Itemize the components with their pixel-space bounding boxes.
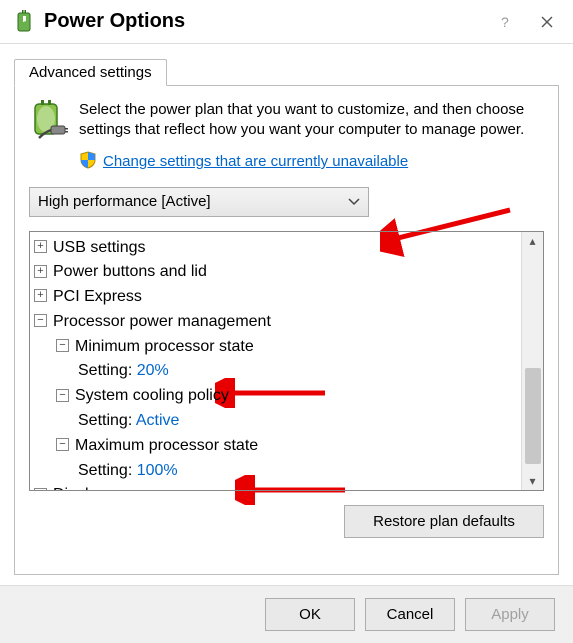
help-button[interactable]: ? (487, 8, 527, 36)
expand-icon[interactable]: + (34, 289, 47, 302)
chevron-down-icon (348, 193, 360, 210)
titlebar: Power Options ? (0, 0, 573, 44)
battery-plug-icon (29, 100, 69, 140)
intro-text: Select the power plan that you want to c… (79, 100, 544, 141)
settings-tree: +USB settings +Power buttons and lid +PC… (29, 231, 544, 491)
svg-text:?: ? (501, 15, 509, 29)
change-unavailable-settings-link[interactable]: Change settings that are currently unava… (103, 153, 408, 170)
ok-button[interactable]: OK (265, 598, 355, 631)
cancel-button[interactable]: Cancel (365, 598, 455, 631)
content-area: Advanced settings Select the power (0, 44, 573, 575)
scrollbar-thumb[interactable] (525, 368, 541, 464)
tab-advanced-settings[interactable]: Advanced settings (14, 59, 167, 86)
tree-node-system-cooling-policy[interactable]: −System cooling policy (34, 384, 519, 409)
window-title: Power Options (44, 10, 487, 33)
scroll-down-icon[interactable]: ▾ (529, 474, 535, 488)
cooling-setting-row[interactable]: Setting: Active (34, 409, 519, 434)
tree-node-processor-power-management[interactable]: −Processor power management (34, 310, 519, 335)
tree-node-display[interactable]: +Display (34, 483, 519, 489)
min-proc-setting-row[interactable]: Setting: 20% (34, 359, 519, 384)
tree-node-maximum-processor-state[interactable]: −Maximum processor state (34, 434, 519, 459)
tree-node-usb[interactable]: +USB settings (34, 236, 519, 261)
cooling-value[interactable]: Active (136, 412, 180, 429)
collapse-icon[interactable]: − (56, 438, 69, 451)
tree-scrollbar[interactable]: ▴ ▾ (521, 232, 543, 490)
collapse-icon[interactable]: − (56, 339, 69, 352)
uac-shield-icon (79, 151, 97, 173)
power-plan-dropdown[interactable]: High performance [Active] (29, 187, 369, 217)
intro-row: Select the power plan that you want to c… (29, 100, 544, 141)
apply-button: Apply (465, 598, 555, 631)
expand-icon[interactable]: + (34, 488, 47, 490)
power-options-icon (12, 10, 36, 34)
power-plan-value: High performance [Active] (38, 193, 211, 210)
collapse-icon[interactable]: − (34, 314, 47, 327)
dialog-button-bar: OK Cancel Apply (0, 585, 573, 643)
restore-defaults-button[interactable]: Restore plan defaults (344, 505, 544, 538)
tree-node-minimum-processor-state[interactable]: −Minimum processor state (34, 335, 519, 360)
tree-node-power-buttons-lid[interactable]: +Power buttons and lid (34, 260, 519, 285)
close-button[interactable] (527, 8, 567, 36)
scroll-up-icon[interactable]: ▴ (529, 234, 535, 248)
collapse-icon[interactable]: − (56, 389, 69, 402)
tab-panel: Select the power plan that you want to c… (14, 85, 559, 575)
expand-icon[interactable]: + (34, 240, 47, 253)
max-proc-setting-row[interactable]: Setting: 100% (34, 459, 519, 484)
max-proc-value[interactable]: 100% (137, 462, 178, 479)
expand-icon[interactable]: + (34, 265, 47, 278)
tree-node-pci-express[interactable]: +PCI Express (34, 285, 519, 310)
min-proc-value[interactable]: 20% (137, 362, 169, 379)
